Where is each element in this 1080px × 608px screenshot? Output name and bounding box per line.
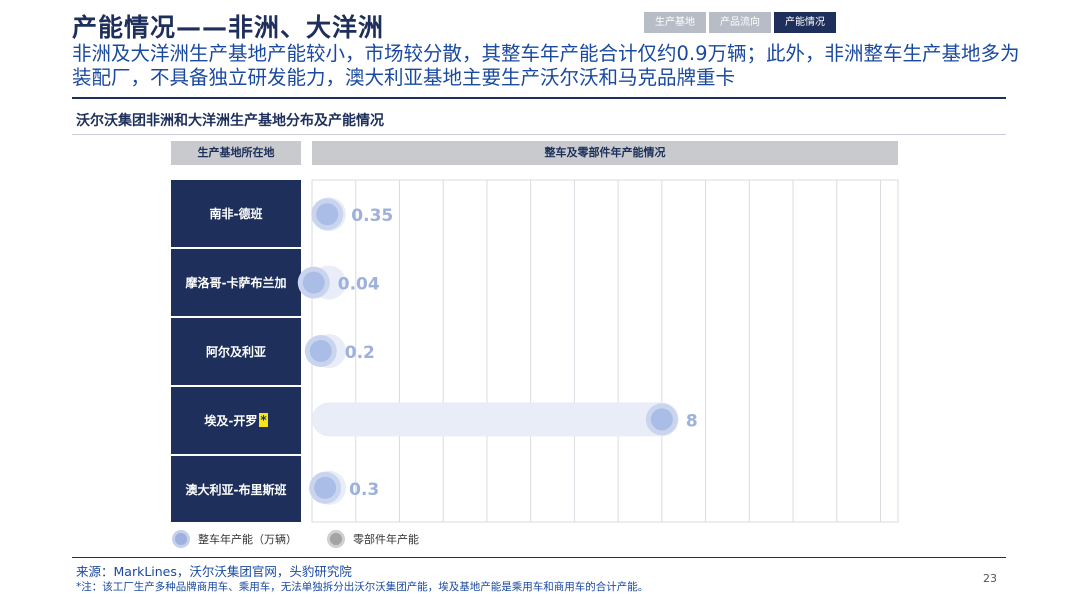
footnote: *注：该工厂生产多种品牌商用车、乘用车，无法单独拆分出沃尔沃集团产能，埃及基地产… xyxy=(76,581,649,593)
legend-label: 整车年产能（万辆） xyxy=(198,533,297,546)
legend-marker-blue xyxy=(172,530,190,548)
page-number: 23 xyxy=(983,572,997,585)
capacity-marker xyxy=(302,271,325,294)
capacity-value-label: 0.3 xyxy=(349,480,379,500)
capacity-marker xyxy=(650,408,673,431)
capacity-chart: 0.35 0.04 0.2 8 0.3 xyxy=(297,179,899,523)
footer-divider xyxy=(72,557,1006,558)
capacity-marker xyxy=(314,476,337,499)
source-note: 来源：MarkLines，沃尔沃集团官网，头豹研究院 xyxy=(76,564,352,579)
legend-item-parts: 零部件年产能 xyxy=(327,530,419,548)
legend-marker-gray xyxy=(327,530,345,548)
capacity-marker xyxy=(309,340,332,362)
capacity-value-label: 0.35 xyxy=(351,206,393,226)
legend-label: 零部件年产能 xyxy=(353,533,419,546)
capacity-value-label: 0.04 xyxy=(338,275,380,295)
capacity-value-label: 8 xyxy=(686,411,698,431)
capacity-marker xyxy=(316,203,339,226)
chart-legend: 整车年产能（万辆） 零部件年产能 xyxy=(172,530,419,548)
legend-item-vehicle: 整车年产能（万辆） xyxy=(172,530,297,548)
capacity-value-label: 0.2 xyxy=(345,343,375,363)
capacity-bar xyxy=(312,402,679,437)
